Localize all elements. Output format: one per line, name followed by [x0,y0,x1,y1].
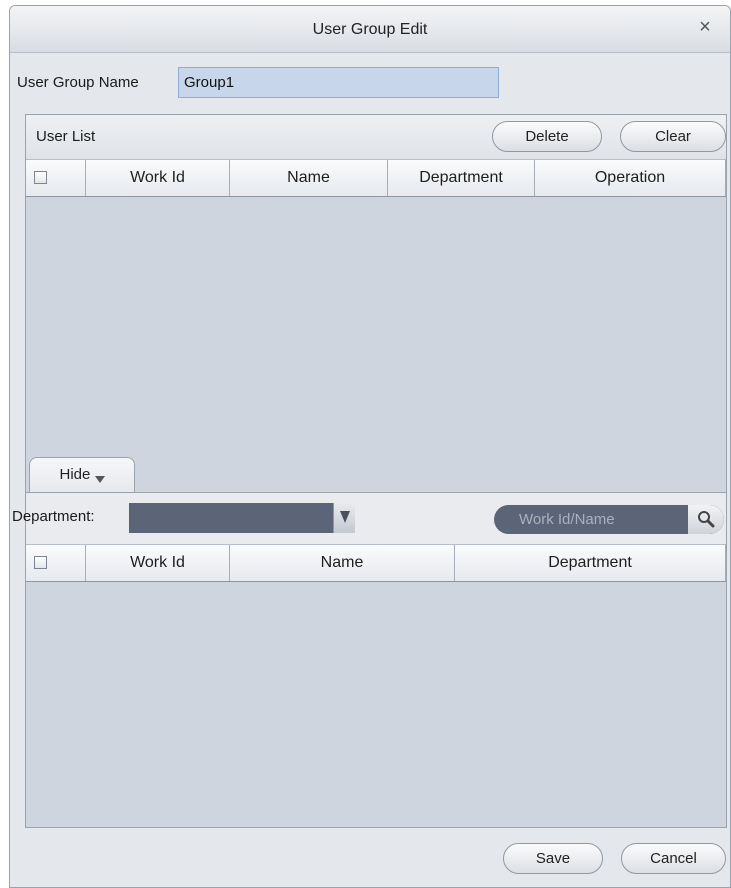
column-header-work-id[interactable]: Work Id [86,545,230,581]
magnifier-icon [698,511,715,528]
title-bar[interactable]: User Group Edit × [10,6,730,53]
group-name-label: User Group Name [17,74,139,91]
hide-tab[interactable]: Hide [29,457,135,493]
user-group-edit-dialog: User Group Edit × User Group Name User L… [9,5,731,888]
search-result-table-header: Work Id Name Department [26,544,726,582]
triangle-down-icon[interactable] [333,503,355,533]
select-all-results-checkbox[interactable] [34,556,47,569]
column-header-department[interactable]: Department [455,545,726,581]
user-list-title: User List [36,128,96,145]
user-list-table-header: Work Id Name Department Operation [26,159,726,197]
cancel-button[interactable]: Cancel [621,843,726,874]
select-all-cell [26,545,86,581]
filter-bar: Department: [12,492,726,544]
user-list-body [26,197,726,457]
search-result-body [26,582,726,827]
save-button[interactable]: Save [503,843,603,874]
hide-label: Hide [59,466,91,483]
department-label: Department: [12,508,95,525]
column-header-name[interactable]: Name [230,160,388,196]
search-box [494,505,724,534]
search-input[interactable] [494,505,688,534]
department-dropdown[interactable] [129,503,355,533]
select-all-cell [26,160,86,196]
search-button[interactable] [688,505,724,534]
column-header-department[interactable]: Department [388,160,535,196]
group-name-input[interactable] [178,67,499,98]
chevron-down-icon [94,476,105,483]
column-header-operation[interactable]: Operation [535,160,726,196]
column-header-name[interactable]: Name [230,545,455,581]
user-list-panel: User List Delete Clear Work Id Name Depa… [12,114,727,828]
select-all-checkbox[interactable] [34,171,47,184]
user-list-header: User List Delete Clear [26,115,726,159]
dialog-title: User Group Edit [312,21,428,38]
close-icon[interactable]: × [694,16,716,38]
column-header-work-id[interactable]: Work Id [86,160,230,196]
clear-button[interactable]: Clear [620,121,726,152]
delete-button[interactable]: Delete [492,121,602,152]
